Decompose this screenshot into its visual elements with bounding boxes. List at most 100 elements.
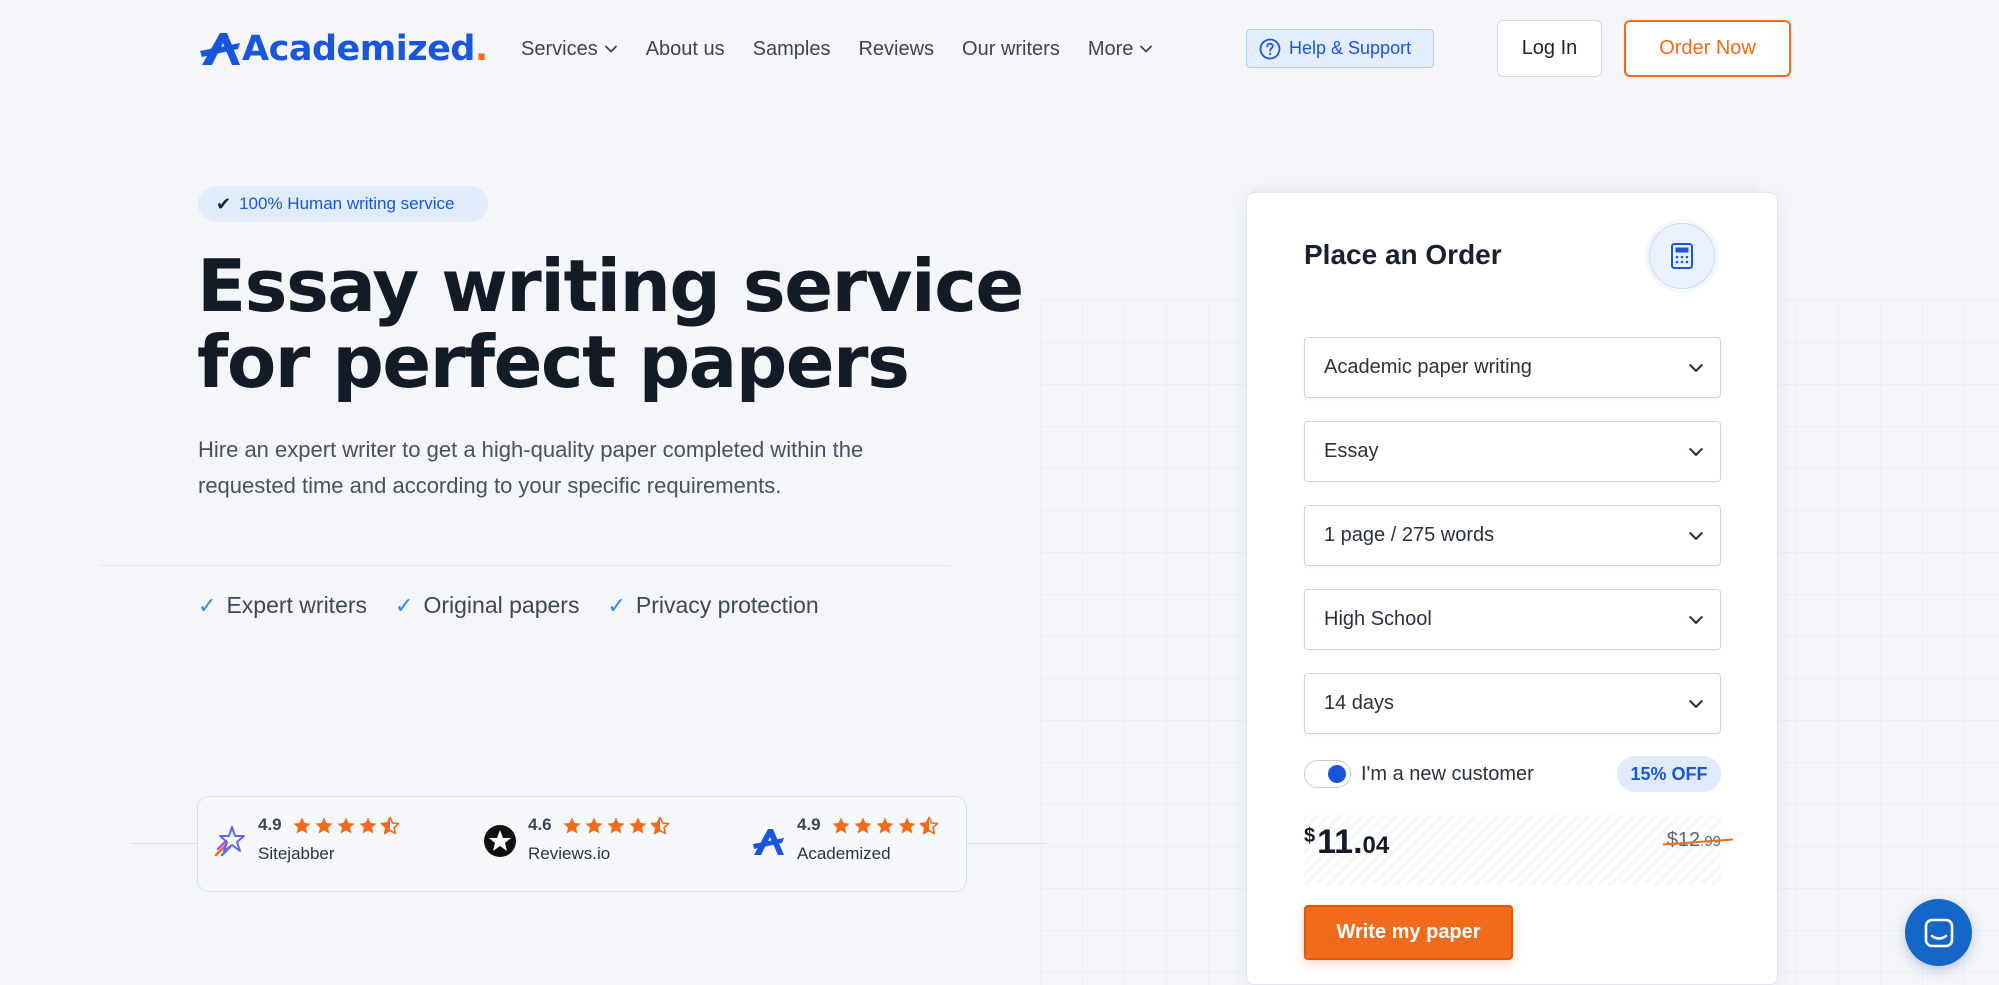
nav-item-services[interactable]: Services (521, 32, 618, 66)
star-rating (562, 816, 670, 836)
star-full-icon (337, 817, 355, 834)
human-writing-badge: ✔ 100% Human writing service (198, 186, 488, 222)
chevron-down-icon (1689, 615, 1703, 624)
nav-item-label: Our writers (962, 37, 1060, 60)
question-circle-icon (1259, 38, 1281, 59)
chevron-down-icon (1689, 447, 1703, 456)
chevron-down-icon (604, 45, 617, 53)
chevron-down-icon (1689, 363, 1703, 372)
star-full-icon (607, 817, 625, 834)
site-header: Academized. Services About us Samples Revie… (0, 0, 1999, 98)
rating-score: 4.9 (797, 815, 821, 834)
price-summary: $ 11 . 04 $ 12 .99 (1304, 815, 1733, 885)
checkmark-icon: ✔ (216, 193, 232, 214)
new-customer-toggle[interactable] (1304, 760, 1351, 788)
logo[interactable]: Academized. (200, 24, 488, 74)
nav-item-label: Services (521, 37, 598, 60)
chat-icon (1924, 918, 1953, 947)
main-nav: Services About us Samples Reviews Our writer… (521, 32, 1181, 66)
chat-launcher-button[interactable] (1905, 899, 1972, 966)
star-full-icon (629, 817, 647, 834)
star-full-icon (359, 817, 377, 834)
price-integer: 11 (1317, 823, 1354, 861)
hero-description: Hire an expert writer to get a high-qual… (198, 437, 864, 498)
old-price: $ 12 .99 (1662, 829, 1733, 852)
divider (100, 565, 950, 566)
star-full-icon (293, 817, 311, 834)
feature-item: ✓ Expert writers (198, 592, 367, 619)
price-currency: $ (1304, 825, 1316, 847)
star-full-icon (832, 817, 850, 834)
rating-academized[interactable]: 4.9 Academized (751, 815, 939, 864)
logo-text: Academized. (242, 29, 488, 69)
nav-item-about-us[interactable]: About us (646, 32, 725, 66)
old-price-currency: $ (1666, 829, 1678, 851)
order-select[interactable]: 14 days (1304, 673, 1721, 734)
help-support-label: Help & Support (1289, 38, 1412, 58)
star-half-icon (919, 816, 938, 835)
star-full-icon (898, 817, 916, 834)
star-full-icon (585, 817, 603, 834)
calculator-icon (1649, 223, 1715, 289)
feature-label: Expert writers (226, 592, 368, 618)
chevron-down-icon (1140, 45, 1153, 53)
logo-mark-icon (200, 33, 240, 65)
nav-item-label: Samples (752, 37, 831, 60)
rating-reviewsio[interactable]: 4.6 Reviews.io (482, 815, 670, 864)
decorative-line (967, 843, 1047, 844)
chevron-down-icon (1689, 531, 1703, 540)
order-form-title: Place an Order (1304, 239, 1502, 270)
help-support-button[interactable]: Help & Support (1246, 29, 1434, 68)
select-value: High School (1324, 608, 1432, 630)
rating-score: 4.9 (258, 815, 282, 834)
price-cents: 04 (1362, 832, 1390, 859)
feature-label: Original papers (423, 592, 580, 618)
rating-source-name: Academized (797, 843, 891, 863)
order-select[interactable]: 1 page / 275 words (1304, 505, 1721, 566)
feature-item: ✓ Original papers (395, 592, 579, 619)
star-rating (292, 816, 400, 836)
new-customer-row: I'm a new customer 15% OFF (1304, 756, 1721, 792)
nav-item-label: Reviews (858, 37, 935, 60)
ratings-panel: 4.9 Sitejabber 4.6 Reviews.io 4.9 Academ… (197, 796, 967, 892)
nav-item-reviews[interactable]: Reviews (858, 32, 934, 66)
badge-label: 100% Human writing service (239, 194, 455, 213)
nav-item-more[interactable]: More (1088, 32, 1154, 66)
order-form-card: Place an Order Academic paper writing Ess… (1246, 192, 1778, 985)
sitejabber-logo-icon (214, 826, 245, 857)
discount-badge: 15% OFF (1617, 756, 1721, 792)
checkmark-icon: ✓ (395, 592, 414, 618)
star-full-icon (854, 817, 872, 834)
rating-score: 4.6 (528, 815, 552, 834)
reviewsio-logo-icon (484, 825, 516, 857)
star-full-icon (563, 817, 581, 834)
order-now-button[interactable]: Order Now (1624, 20, 1791, 77)
rating-source-name: Sitejabber (258, 843, 335, 863)
academized-logo-icon (753, 829, 784, 855)
star-half-icon (650, 816, 669, 835)
title-line-2: for perfect papers (197, 320, 910, 404)
rating-source-name: Reviews.io (528, 843, 611, 863)
star-rating (831, 816, 939, 836)
nav-item-samples[interactable]: Samples (753, 32, 831, 66)
checkmark-icon: ✓ (198, 592, 217, 618)
nav-item-label: More (1087, 37, 1134, 60)
rating-sitejabber[interactable]: 4.9 Sitejabber (212, 815, 400, 864)
order-select[interactable]: Academic paper writing (1304, 337, 1721, 398)
decorative-line (130, 843, 197, 844)
write-my-paper-button[interactable]: Write my paper (1304, 905, 1513, 960)
chevron-down-icon (1689, 699, 1703, 708)
order-select[interactable]: Essay (1304, 421, 1721, 482)
select-value: 1 page / 275 words (1324, 524, 1495, 546)
feature-label: Privacy protection (635, 592, 819, 618)
feature-item: ✓ Privacy protection (607, 592, 818, 619)
nav-item-our-writers[interactable]: Our writers (962, 32, 1060, 66)
star-full-icon (876, 817, 894, 834)
order-select[interactable]: High School (1304, 589, 1721, 650)
star-half-icon (380, 816, 399, 835)
feature-list: ✓ Expert writers ✓ Original papers ✓ Privacy … (198, 592, 847, 619)
title-line-1: Essay writing service (197, 244, 1024, 328)
login-button[interactable]: Log In (1497, 20, 1602, 77)
checkmark-icon: ✓ (607, 592, 626, 618)
nav-item-label: About us (645, 37, 725, 60)
